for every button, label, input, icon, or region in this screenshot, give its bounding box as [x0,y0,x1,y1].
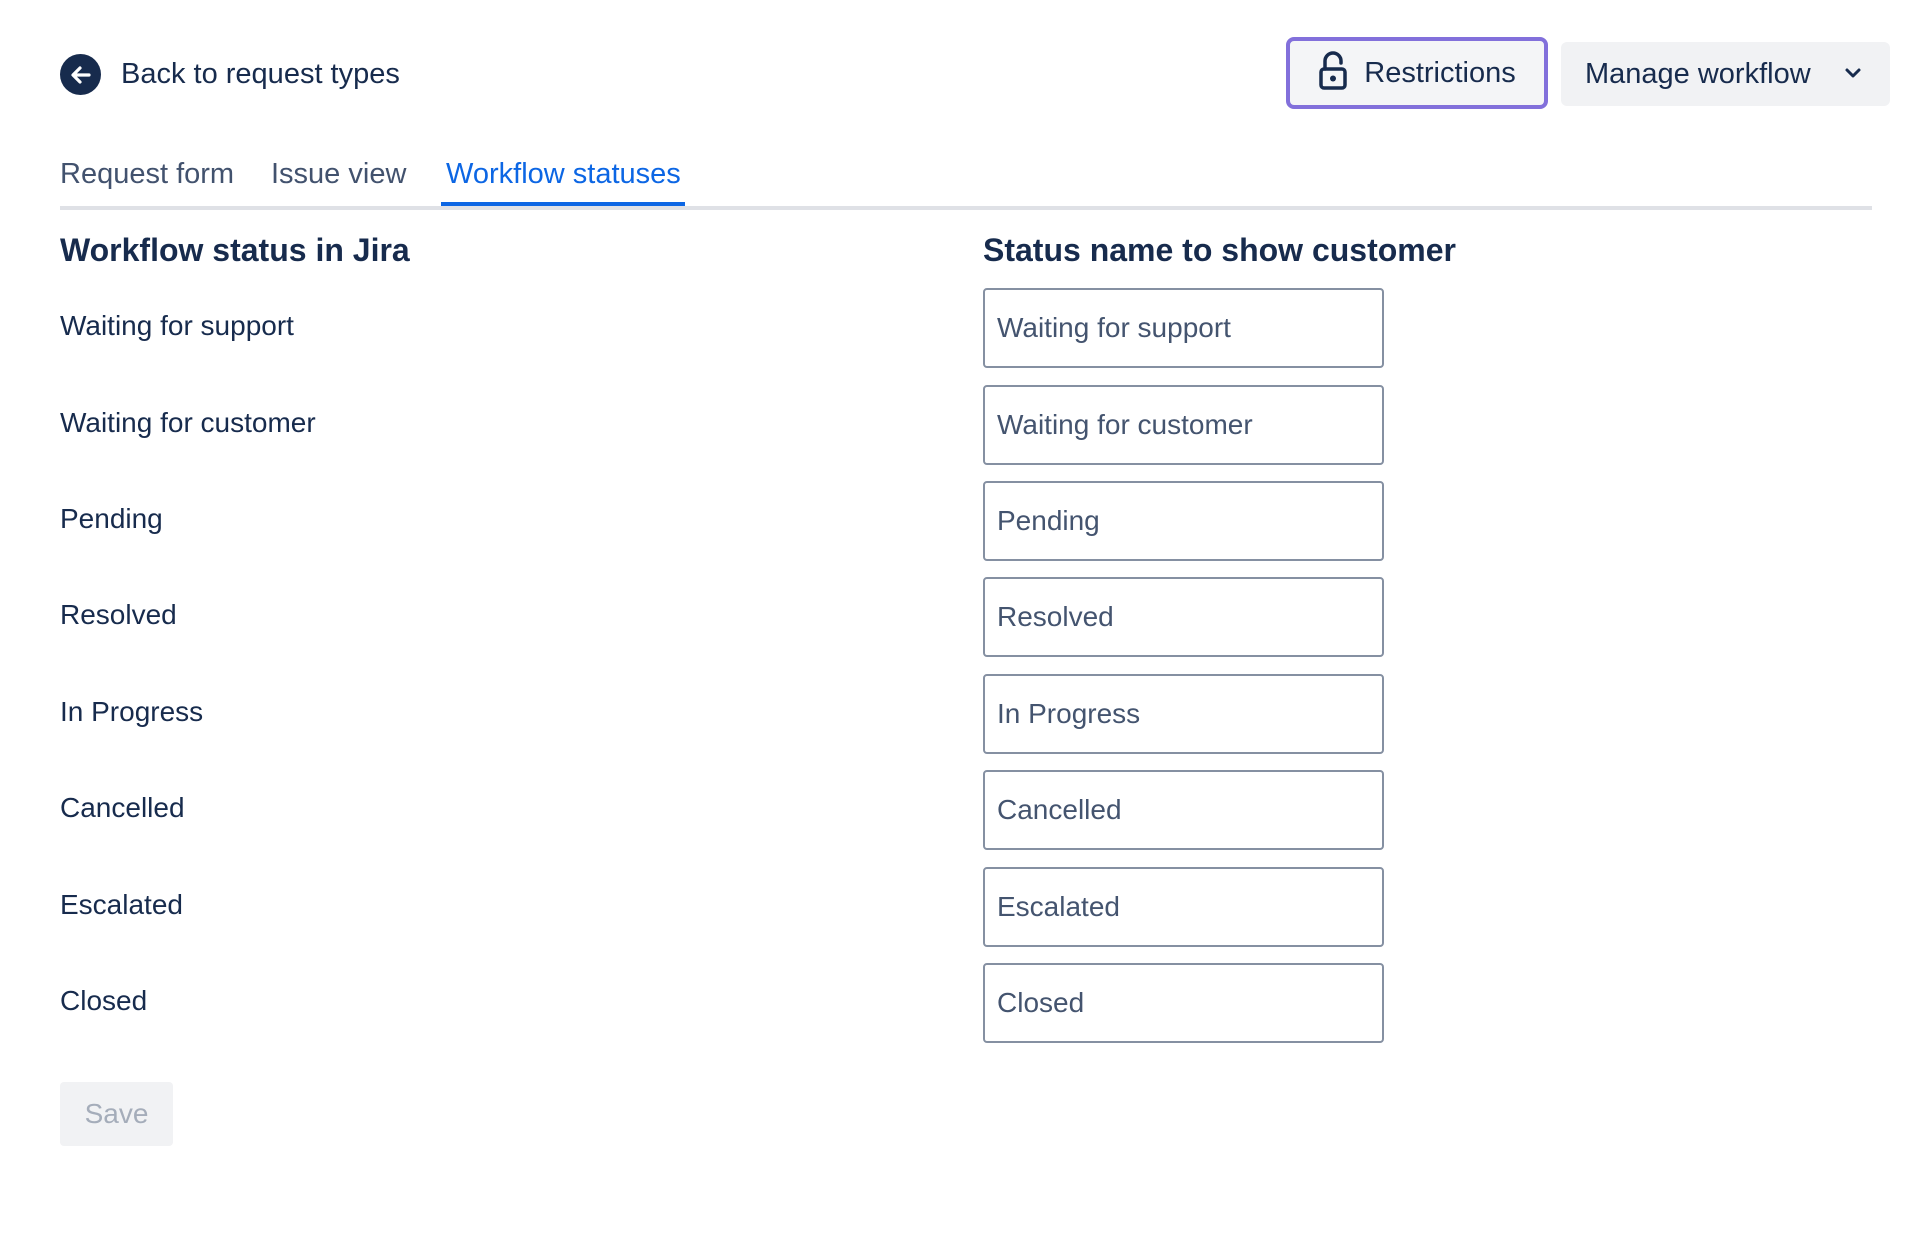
customer-status-input[interactable] [983,385,1384,465]
customer-status-input[interactable] [983,674,1384,754]
manage-workflow-dropdown[interactable]: Manage workflow [1561,42,1890,106]
request-type-workflow-page: Back to request types Restrictions Manag… [0,0,1930,1244]
jira-status-column-heading: Workflow status in Jira [60,232,410,268]
active-tab-indicator [441,202,685,206]
restrictions-label: Restrictions [1364,56,1516,89]
arrow-left-circle-icon [60,54,101,95]
back-link-label: Back to request types [121,58,400,90]
manage-workflow-label: Manage workflow [1585,57,1811,90]
tab-request-form[interactable]: Request form [60,158,234,191]
customer-status-input[interactable] [983,288,1384,368]
chevron-down-icon [1842,62,1864,89]
customer-status-input[interactable] [983,770,1384,850]
save-button[interactable]: Save [60,1082,173,1146]
tab-workflow-statuses[interactable]: Workflow statuses [446,158,681,191]
jira-status-label: Pending [60,503,163,534]
customer-status-input[interactable] [983,481,1384,561]
jira-status-label: Waiting for customer [60,407,316,438]
jira-status-label: In Progress [60,696,204,727]
customer-status-column-heading: Status name to show customer [983,232,1456,268]
unlock-icon [1318,50,1348,96]
tab-bar: Request form Issue view Workflow statuse… [60,150,1872,210]
jira-status-label: Cancelled [60,792,185,823]
jira-status-label: Waiting for support [60,310,294,341]
restrictions-button[interactable]: Restrictions [1286,37,1548,109]
tab-issue-view[interactable]: Issue view [271,158,406,191]
back-to-request-types-link[interactable]: Back to request types [60,54,400,95]
customer-status-input[interactable] [983,867,1384,947]
jira-status-label: Resolved [60,599,177,630]
customer-status-input[interactable] [983,577,1384,657]
jira-status-label: Closed [60,985,148,1016]
customer-status-input[interactable] [983,963,1384,1043]
jira-status-label: Escalated [60,889,183,920]
